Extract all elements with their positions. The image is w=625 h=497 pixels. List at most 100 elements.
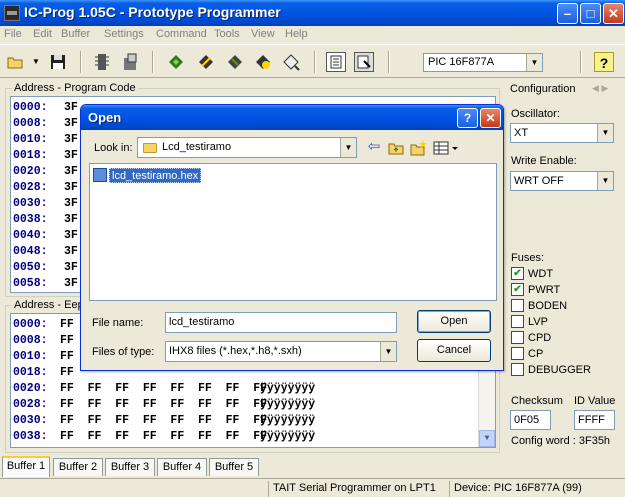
- window-title: IC-Prog 1.05C - Prototype Programmer: [24, 4, 281, 20]
- menu-file[interactable]: File: [4, 28, 22, 40]
- tab-buffer-1[interactable]: Buffer 1: [2, 456, 50, 477]
- write-enable-value: WRT OFF: [514, 175, 564, 187]
- chip-read-icon[interactable]: [92, 52, 112, 72]
- help-icon[interactable]: ?: [594, 52, 614, 72]
- menu-command[interactable]: Command: [156, 28, 207, 40]
- fuse-cpd-checkbox[interactable]: [511, 331, 524, 344]
- fuse-cp-label: CP: [528, 348, 544, 360]
- menu-edit[interactable]: Edit: [33, 28, 52, 40]
- verify-device-icon[interactable]: [253, 52, 273, 72]
- read-device-icon[interactable]: [166, 52, 186, 72]
- title-bar: IC-Prog 1.05C - Prototype Programmer – □…: [0, 0, 625, 26]
- file-list[interactable]: lcd_testiramo.hex: [89, 163, 497, 301]
- new-folder-icon[interactable]: [409, 139, 427, 157]
- fuse-cp-checkbox[interactable]: [511, 347, 524, 360]
- id-value-label: ID Value: [574, 395, 616, 407]
- close-button[interactable]: ✕: [603, 3, 624, 24]
- menu-settings[interactable]: Settings: [104, 28, 144, 40]
- scroll-down-icon[interactable]: ▼: [479, 430, 495, 447]
- chevron-down-icon[interactable]: ▼: [340, 138, 356, 157]
- chip-app-icon: [4, 5, 20, 21]
- up-folder-icon[interactable]: [387, 139, 405, 157]
- menu-bar: File Edit Buffer Settings Command Tools …: [0, 26, 625, 44]
- erase-device-icon[interactable]: [225, 52, 245, 72]
- config-a-icon[interactable]: [326, 52, 346, 72]
- program-device-icon[interactable]: [196, 52, 216, 72]
- status-programmer: TAIT Serial Programmer on LPT1: [268, 481, 448, 497]
- toolbar-separator: [314, 51, 316, 73]
- maximize-button[interactable]: □: [580, 3, 601, 24]
- fuse-pwrt-checkbox[interactable]: ✔: [511, 283, 524, 296]
- file-type-value: IHX8 files (*.hex,*.h8,*.sxh): [169, 345, 302, 357]
- oscillator-value: XT: [514, 127, 529, 139]
- toolbar-separator: [80, 51, 82, 73]
- hex-file-icon: [93, 168, 107, 182]
- device-select-value: PIC 16F877A: [428, 56, 495, 68]
- fuse-wdt-label: WDT: [528, 268, 554, 280]
- fuse-cpd-label: CPD: [528, 332, 552, 344]
- file-type-label: Files of type:: [92, 346, 155, 358]
- fuse-boden-checkbox[interactable]: [511, 299, 524, 312]
- panel-arrows-icon[interactable]: ◀ ▶: [592, 83, 608, 94]
- save-icon[interactable]: [48, 52, 68, 72]
- toolbar-separator: [580, 51, 582, 73]
- menu-buffer[interactable]: Buffer: [61, 28, 90, 40]
- eeprom-label: Address - Eep: [12, 299, 86, 311]
- dialog-title-bar: Open ? ✕: [81, 105, 503, 130]
- dialog-help-button[interactable]: ?: [457, 108, 478, 128]
- dialog-title: Open: [88, 110, 122, 125]
- checksum-field[interactable]: 0F05: [510, 410, 551, 430]
- toolbar: ▼ PIC 16F877A ▼ ?: [0, 44, 625, 78]
- open-folder-icon[interactable]: [6, 52, 26, 72]
- fuse-lvp-checkbox[interactable]: [511, 315, 524, 328]
- status-device: Device: PIC 16F877A (99): [449, 481, 625, 497]
- config-b-icon[interactable]: [354, 52, 374, 72]
- open-button[interactable]: Open: [417, 310, 491, 333]
- toolbar-separator: [388, 51, 390, 73]
- file-item-name: lcd_testiramo.hex: [109, 168, 202, 183]
- fuse-boden-label: BODEN: [528, 300, 568, 312]
- configuration-title: Configuration: [510, 83, 576, 95]
- file-type-select[interactable]: IHX8 files (*.hex,*.h8,*.sxh) ▼: [165, 341, 397, 362]
- chevron-down-icon[interactable]: ▼: [597, 124, 613, 142]
- write-enable-label: Write Enable:: [511, 155, 577, 167]
- write-enable-select[interactable]: WRT OFF ▼: [510, 171, 614, 191]
- blank-check-icon[interactable]: [281, 52, 301, 72]
- status-bar: TAIT Serial Programmer on LPT1 Device: P…: [0, 478, 625, 497]
- dialog-close-button[interactable]: ✕: [480, 108, 501, 128]
- open-dialog: Open ? ✕ Look in: Lcd_testiramo ▼ ⇦ lcd_…: [80, 104, 504, 371]
- config-word: Config word : 3F35h: [511, 435, 611, 447]
- look-in-label: Look in:: [94, 142, 133, 154]
- id-value-field[interactable]: FFFF: [574, 410, 615, 430]
- oscillator-select[interactable]: XT ▼: [510, 123, 614, 143]
- tab-buffer-2[interactable]: Buffer 2: [53, 458, 103, 476]
- fuses-label: Fuses:: [511, 252, 545, 264]
- checksum-label: Checksum: [511, 395, 563, 407]
- device-select[interactable]: PIC 16F877A ▼: [423, 53, 543, 72]
- fuse-wdt-checkbox[interactable]: ✔: [511, 267, 524, 280]
- fuse-debugger-checkbox[interactable]: [511, 363, 524, 376]
- oscillator-label: Oscillator:: [511, 108, 560, 120]
- menu-tools[interactable]: Tools: [214, 28, 240, 40]
- menu-help[interactable]: Help: [285, 28, 308, 40]
- toolbar-separator: [152, 51, 154, 73]
- chevron-down-icon[interactable]: ▼: [526, 54, 542, 71]
- chip-program-icon[interactable]: [120, 52, 140, 72]
- view-menu-icon[interactable]: [432, 139, 460, 157]
- dropdown-arrow-icon[interactable]: ▼: [26, 52, 46, 72]
- chevron-down-icon[interactable]: ▼: [597, 172, 613, 190]
- tab-buffer-5[interactable]: Buffer 5: [209, 458, 259, 476]
- folder-icon: [143, 143, 157, 153]
- fuse-debugger-label: DEBUGGER: [528, 364, 591, 376]
- chevron-down-icon[interactable]: ▼: [380, 342, 396, 361]
- back-arrow-icon[interactable]: ⇦: [365, 139, 383, 157]
- tab-buffer-3[interactable]: Buffer 3: [105, 458, 155, 476]
- file-name-input[interactable]: lcd_testiramo: [165, 312, 397, 333]
- menu-view[interactable]: View: [251, 28, 275, 40]
- tab-buffer-4[interactable]: Buffer 4: [157, 458, 207, 476]
- minimize-button[interactable]: –: [557, 3, 578, 24]
- fuse-pwrt-label: PWRT: [528, 284, 561, 296]
- look-in-select[interactable]: Lcd_testiramo ▼: [137, 137, 357, 158]
- cancel-button[interactable]: Cancel: [417, 339, 491, 362]
- file-name-label: File name:: [92, 317, 144, 329]
